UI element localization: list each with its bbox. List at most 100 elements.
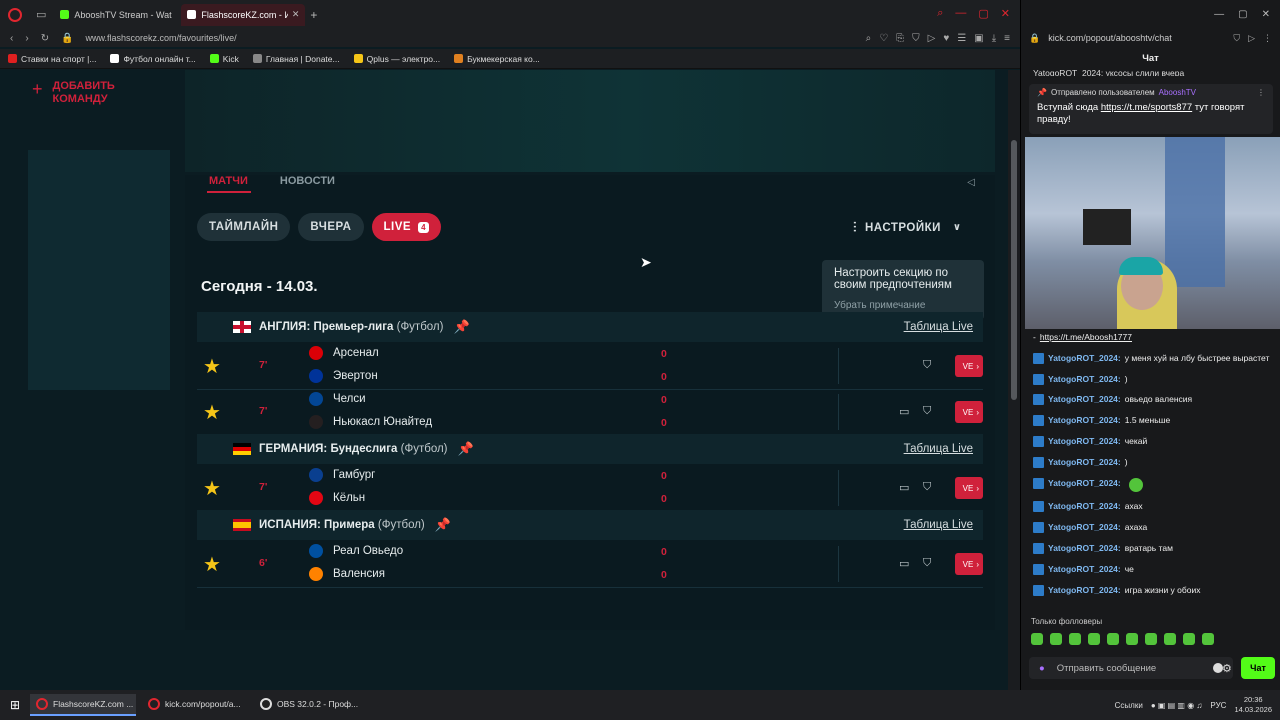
tv-icon[interactable]: ▭ [899, 557, 909, 570]
play-icon[interactable]: ▷ [928, 33, 936, 44]
match-row[interactable]: ★ 7' Арсенал Эвертон 0 0 ⛉ VE › [197, 342, 983, 390]
bookmark-item[interactable]: Букмекерская ко... [454, 54, 540, 64]
chat-username[interactable]: YatogoROT_2024: [1048, 522, 1121, 533]
chat-url[interactable]: kick.com/popout/abooshtv/chat [1048, 33, 1172, 43]
close-window-icon[interactable]: ✕ [1262, 9, 1270, 20]
home-team[interactable]: Гамбург [309, 468, 375, 482]
page-scrollbar[interactable] [1008, 70, 1020, 690]
lineup-shirt-icon[interactable]: ⛉ [923, 557, 931, 570]
chat-username[interactable]: YatogoROT_2024: [1048, 478, 1121, 489]
links-label[interactable]: Ссылки [1115, 701, 1143, 710]
chat-username[interactable]: YatogoROT_2024: [1048, 564, 1121, 575]
emote-icon[interactable] [1050, 633, 1062, 645]
bookmark-item[interactable]: Kick [209, 54, 239, 64]
table-live-link[interactable]: Таблица Live [904, 443, 973, 455]
match-row[interactable]: ★ 6' Реал Овьедо Валенсия 0 0 ▭ ⛉ VE › [197, 540, 983, 588]
shield-icon[interactable]: ⛉ [912, 33, 920, 44]
clock[interactable]: 20:36 14.03.2026 [1234, 695, 1272, 715]
emote-icon[interactable] [1031, 633, 1043, 645]
gear-icon[interactable]: ⚙ [1222, 662, 1232, 675]
add-team-button[interactable]: + ДОБАВИТЬ КОМАНДУ [32, 80, 133, 106]
bookmark-item[interactable]: Qplus — электро... [353, 54, 440, 64]
download-icon[interactable]: ⤓ [992, 33, 996, 44]
chat-input[interactable]: ● Отправить сообщение [1029, 657, 1233, 679]
emote-icon[interactable] [1069, 633, 1081, 645]
taskbar-item[interactable]: OBS 32.0.2 - Проф... [254, 694, 360, 716]
table-live-link[interactable]: Таблица Live [904, 519, 973, 531]
emote-icon[interactable] [1164, 633, 1176, 645]
shield-icon[interactable]: ⛉ [1233, 33, 1240, 44]
chat-username[interactable]: YatogoROT_2024: [1048, 394, 1121, 405]
wallet-icon[interactable]: ▣ [974, 33, 983, 44]
live-stream-button[interactable]: VE › [955, 401, 983, 423]
play-icon[interactable]: ▷ [1248, 33, 1255, 44]
sound-icon[interactable]: ◁ [967, 177, 975, 188]
scrollbar-thumb[interactable] [1011, 140, 1017, 400]
bookmark-item[interactable]: Футбол онлайн т... [110, 54, 196, 64]
menu-icon[interactable]: ☰ [957, 33, 966, 44]
more-icon[interactable]: ⋮ [1263, 33, 1272, 44]
chat-username[interactable]: YatogoROT_2024: [1048, 543, 1121, 554]
chat-username[interactable]: YatogoROT_2024: [1048, 501, 1121, 512]
filter-вчера[interactable]: ВЧЕРА [298, 213, 364, 241]
lineup-shirt-icon[interactable]: ⛉ [923, 405, 931, 418]
new-tab-icon[interactable]: + [310, 8, 317, 22]
pin-icon[interactable]: 📌 [435, 517, 451, 533]
favorite-star-icon[interactable]: ★ [203, 476, 221, 501]
share-icon[interactable]: ⎘ [896, 33, 904, 44]
minimize-icon[interactable]: — [955, 7, 966, 20]
filter-live[interactable]: LIVE 4 [371, 213, 442, 241]
tab-matches[interactable]: МАТЧИ [209, 175, 248, 187]
league-name[interactable]: ГЕРМАНИЯ: Бундеслига (Футбол) [259, 443, 448, 455]
table-live-link[interactable]: Таблица Live [904, 321, 973, 333]
browser-tab[interactable]: FlashscoreKZ.com - Избр ✕ [181, 3, 306, 26]
maximize-icon[interactable]: ▢ [1238, 9, 1247, 20]
pinned-by-user[interactable]: AbooshTV [1159, 88, 1196, 97]
away-team[interactable]: Валенсия [309, 567, 385, 581]
list-icon[interactable]: ≡ [1004, 33, 1010, 44]
lineup-shirt-icon[interactable]: ⛉ [923, 481, 931, 494]
away-team[interactable]: Эвертон [309, 369, 378, 383]
live-stream-button[interactable]: VE › [955, 355, 983, 377]
url-field[interactable]: www.flashscorekz.com/favourites/live/ [86, 33, 237, 43]
emote-icon[interactable] [1202, 633, 1214, 645]
match-row[interactable]: ★ 7' Челси Ньюкасл Юнайтед 0 0 ▭ ⛉ VE › [197, 388, 983, 436]
emote-icon[interactable] [1088, 633, 1100, 645]
match-row[interactable]: ★ 7' Гамбург Кёльн 0 0 ▭ ⛉ VE › [197, 464, 983, 512]
language-indicator[interactable]: РУС [1210, 701, 1226, 710]
favorite-star-icon[interactable]: ★ [203, 354, 221, 379]
tab-news[interactable]: НОВОСТИ [280, 175, 335, 187]
heart-icon[interactable]: ♥ [943, 33, 949, 44]
favorite-star-icon[interactable]: ★ [203, 400, 221, 425]
taskbar-item[interactable]: FlashscoreKZ.com ... [30, 694, 136, 716]
home-team[interactable]: Арсенал [309, 346, 379, 360]
close-tab-icon[interactable]: ✕ [292, 9, 300, 20]
lineup-shirt-icon[interactable]: ⛉ [923, 359, 931, 372]
unpin-icon[interactable]: ⋮ [1257, 88, 1265, 97]
chat-username[interactable]: YatogoROT_2024: [1048, 353, 1121, 364]
send-chat-button[interactable]: Чат [1241, 657, 1275, 679]
forward-icon[interactable]: › [25, 33, 28, 44]
back-icon[interactable]: ‹ [10, 33, 13, 44]
pinned-link[interactable]: https://t.me/sports877 [1101, 102, 1192, 113]
league-name[interactable]: ИСПАНИЯ: Примера (Футбол) [259, 519, 425, 531]
tray-icons[interactable]: ● ▣ ▤ ▥ ◉ ♫ [1151, 701, 1203, 710]
filter-таймлайн[interactable]: ТАЙМЛАЙН [197, 213, 291, 241]
emote-icon[interactable] [1107, 633, 1119, 645]
league-name[interactable]: АНГЛИЯ: Премьер-лига (Футбол) [259, 321, 443, 333]
reload-icon[interactable]: ↻ [41, 33, 49, 44]
pin-icon[interactable]: 📌 [458, 441, 474, 457]
chat-username[interactable]: YatogoROT_2024: [1048, 415, 1121, 426]
browser-tab[interactable]: AbooshTV Stream - Watch [54, 4, 178, 26]
opera-menu-icon[interactable] [8, 7, 22, 22]
taskbar-item[interactable]: kick.com/popout/a... [142, 694, 248, 716]
emote-icon[interactable] [1183, 633, 1195, 645]
live-stream-button[interactable]: VE › [955, 553, 983, 575]
emote-icon[interactable] [1126, 633, 1138, 645]
chat-username[interactable]: YatogoROT_2024: [1048, 457, 1121, 468]
bookmark-item[interactable]: Главная | Donate... [252, 54, 340, 64]
dismiss-tooltip-link[interactable]: Убрать примечание [834, 300, 972, 311]
chat-username[interactable]: YatogoROT_2024: [1048, 585, 1121, 596]
chat-username[interactable]: YatogoROT_2024: [1048, 374, 1121, 385]
away-team[interactable]: Кёльн [309, 491, 365, 505]
